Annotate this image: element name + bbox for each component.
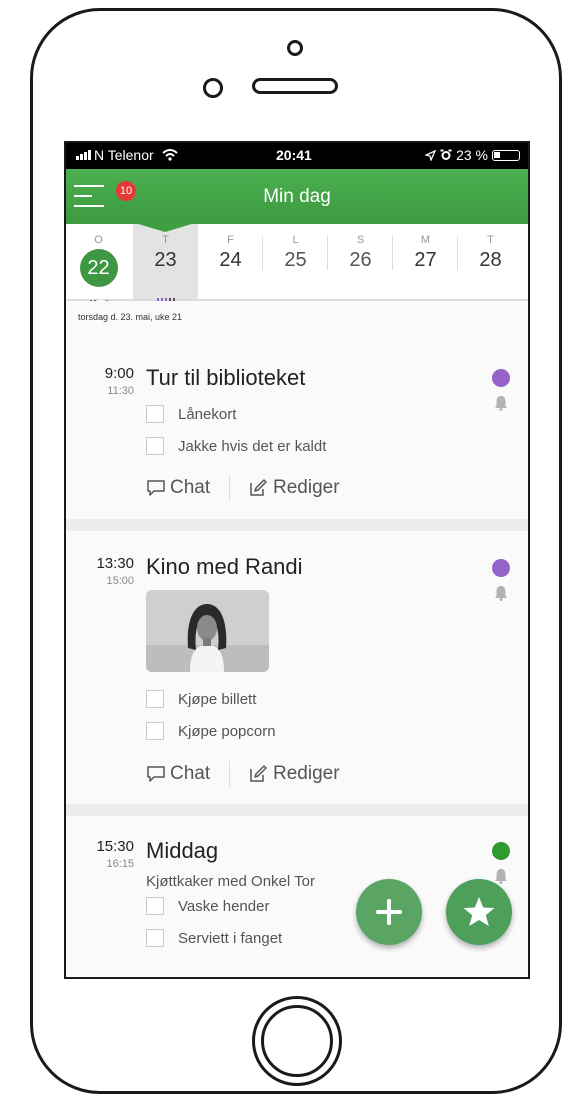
- chat-icon: [147, 766, 165, 782]
- event-title: Middag: [146, 838, 219, 863]
- alarm-icon: [440, 149, 452, 160]
- day-24[interactable]: F 24: [198, 224, 263, 299]
- edit-button[interactable]: Rediger: [249, 763, 340, 785]
- chat-button[interactable]: Chat: [146, 477, 210, 499]
- date-line: torsdag d. 23. mai, uke 21: [78, 312, 183, 322]
- day-28[interactable]: T 28: [458, 224, 523, 299]
- event-markers: [66, 292, 131, 305]
- checkbox[interactable]: [146, 405, 164, 423]
- checklist-item: Kjøpe popcorn: [178, 723, 276, 740]
- edit-icon: [250, 479, 267, 496]
- day-25[interactable]: L 25: [263, 224, 328, 299]
- wifi-icon: [161, 149, 178, 161]
- checkbox[interactable]: [146, 690, 164, 708]
- event-photo: [146, 590, 269, 672]
- checklist-item: Lånekort: [178, 406, 237, 423]
- earpiece-speaker: [252, 78, 338, 94]
- week-strip: O 22 T 23 F 24 L 25 S 26 M 27 T 28: [66, 224, 528, 305]
- bell-icon[interactable]: [494, 585, 508, 601]
- event-start: 9:00: [104, 365, 134, 382]
- status-bar: N Telenor 20:41 23 %: [66, 143, 528, 169]
- page-title: Min dag: [263, 186, 331, 207]
- bell-icon[interactable]: [494, 395, 508, 411]
- day-23[interactable]: T 23: [133, 224, 198, 303]
- header-pointer: [135, 223, 195, 232]
- event-markers: [133, 290, 198, 303]
- event-end: 15:00: [106, 575, 134, 587]
- status-right: 23 %: [425, 147, 520, 163]
- event-start: 13:30: [96, 555, 134, 572]
- checkbox[interactable]: [146, 897, 164, 915]
- plus-icon: [376, 899, 402, 925]
- home-button-ring: [261, 1005, 333, 1077]
- front-sensor: [287, 40, 303, 56]
- event-card[interactable]: 13:30 15:00 Kino med Randi Kjøpe billett…: [66, 531, 528, 804]
- event-end: 11:30: [107, 385, 134, 397]
- divider: [229, 761, 230, 787]
- checkbox[interactable]: [146, 929, 164, 947]
- divider: [229, 475, 230, 501]
- event-title: Tur til biblioteket: [146, 365, 306, 390]
- event-start: 15:30: [96, 838, 134, 855]
- today-marker: 22: [79, 249, 118, 287]
- chat-icon: [147, 480, 165, 496]
- app-screen: N Telenor 20:41 23 % 10 Min dag O 22 T 2…: [64, 141, 530, 979]
- carrier: N Telenor: [76, 147, 178, 163]
- day-26[interactable]: S 26: [328, 224, 393, 299]
- favorites-button[interactable]: [446, 879, 512, 945]
- checkbox[interactable]: [146, 437, 164, 455]
- event-title: Kino med Randi: [146, 554, 303, 579]
- agenda: torsdag d. 23. mai, uke 21 9:00 11:30 Tu…: [66, 301, 528, 977]
- checkbox[interactable]: [146, 722, 164, 740]
- star-icon: [463, 897, 495, 926]
- event-subtitle: Kjøttkaker med Onkel Tor: [146, 873, 315, 890]
- edit-button[interactable]: Rediger: [249, 477, 340, 499]
- event-card[interactable]: 9:00 11:30 Tur til biblioteket Lånekort …: [66, 329, 528, 519]
- card-gap: [66, 519, 528, 531]
- checklist-item: Vaske hender: [178, 898, 270, 915]
- chat-button[interactable]: Chat: [146, 763, 210, 785]
- event-end: 16:15: [106, 858, 134, 870]
- clock: 20:41: [276, 147, 312, 163]
- checklist-item: Serviett i fanget: [178, 930, 283, 947]
- category-dot: [492, 369, 510, 387]
- app-header: 10 Min dag: [66, 169, 528, 224]
- add-button[interactable]: [356, 879, 422, 945]
- location-icon: [425, 149, 437, 161]
- checklist-item: Jakke hvis det er kaldt: [178, 438, 327, 455]
- checklist-item: Kjøpe billett: [178, 691, 257, 708]
- front-camera: [203, 78, 223, 98]
- signal-icon: [76, 150, 91, 160]
- edit-icon: [250, 765, 267, 782]
- card-gap: [66, 804, 528, 816]
- category-dot: [492, 559, 510, 577]
- day-22[interactable]: O 22: [66, 224, 131, 305]
- category-dot: [492, 842, 510, 860]
- battery-icon: [492, 149, 520, 161]
- day-27[interactable]: M 27: [393, 224, 458, 299]
